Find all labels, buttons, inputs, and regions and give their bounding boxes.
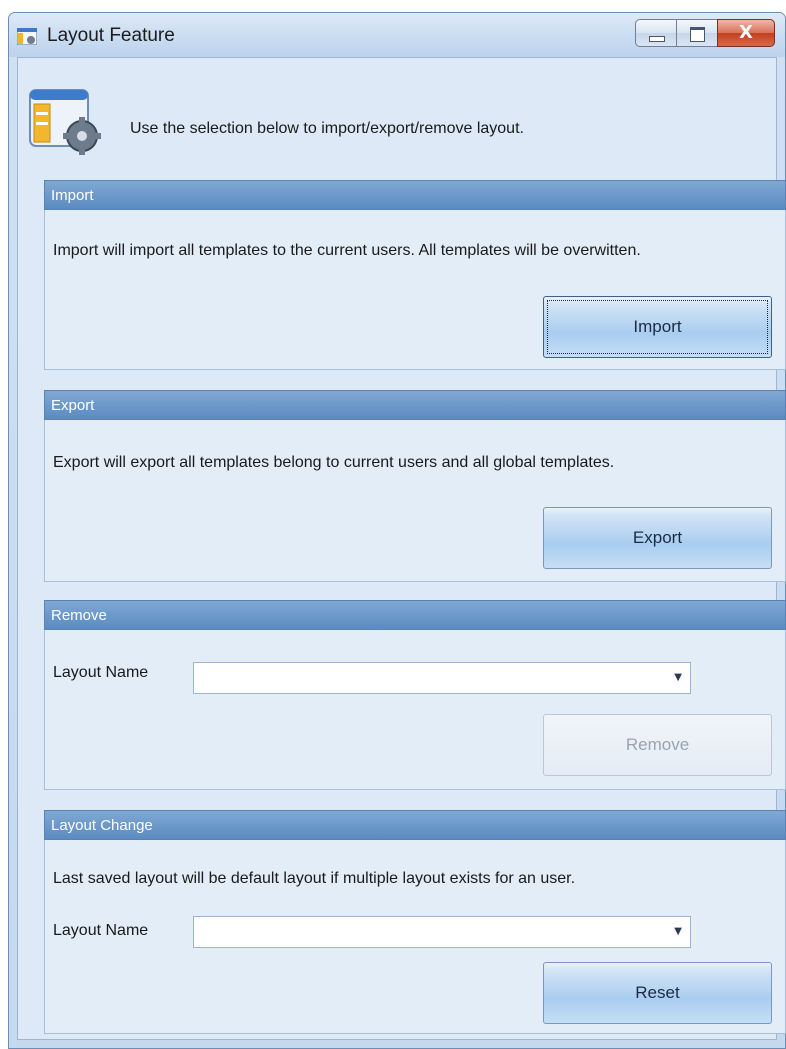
- window-title: Layout Feature: [47, 25, 175, 46]
- remove-group: Remove Layout Name ▼ Remove: [44, 600, 786, 790]
- import-group: Import Import will import all templates …: [44, 180, 786, 370]
- layout-change-layout-name-label: Layout Name: [53, 922, 149, 939]
- layout-settings-icon: [29, 89, 101, 155]
- dialog-body: Use the selection below to import/export…: [17, 57, 786, 1040]
- layout-change-group-title: Layout Change: [51, 817, 153, 834]
- layout-change-group: Layout Change Last saved layout will be …: [44, 810, 786, 1034]
- remove-group-title: Remove: [51, 607, 107, 624]
- export-group-title: Export: [51, 397, 95, 414]
- title-bar[interactable]: Layout Feature X: [9, 13, 785, 57]
- layout-feature-window: Layout Feature X Use the selection below…: [8, 12, 786, 1049]
- layout-change-description: Last saved layout will be default layout…: [53, 870, 576, 887]
- layout-change-group-header: Layout Change: [44, 810, 786, 840]
- maximize-icon: [690, 27, 705, 42]
- remove-layout-name-dropdown[interactable]: ▼: [193, 662, 691, 694]
- import-button[interactable]: Import: [543, 296, 772, 358]
- import-group-header: Import: [44, 180, 786, 210]
- layout-change-layout-name-dropdown[interactable]: ▼: [193, 916, 691, 948]
- header-instruction: Use the selection below to import/export…: [130, 120, 524, 137]
- close-button[interactable]: X: [717, 19, 775, 47]
- remove-group-header: Remove: [44, 600, 786, 630]
- import-group-title: Import: [51, 187, 94, 204]
- minimize-icon: [649, 36, 665, 42]
- remove-button[interactable]: Remove: [543, 714, 772, 776]
- export-group-header: Export: [44, 390, 786, 420]
- maximize-button[interactable]: [676, 19, 718, 47]
- remove-layout-name-label: Layout Name: [53, 664, 149, 681]
- app-icon: [17, 28, 37, 45]
- chevron-down-icon[interactable]: ▼: [674, 672, 682, 683]
- import-description: Import will import all templates to the …: [53, 242, 641, 259]
- reset-button[interactable]: Reset: [543, 962, 772, 1024]
- minimize-button[interactable]: [635, 19, 677, 47]
- window-controls: X: [635, 19, 775, 47]
- chevron-down-icon[interactable]: ▼: [674, 926, 682, 937]
- export-group: Export Export will export all templates …: [44, 390, 786, 582]
- close-icon: X: [739, 22, 753, 43]
- export-button[interactable]: Export: [543, 507, 772, 569]
- export-description: Export will export all templates belong …: [53, 454, 615, 471]
